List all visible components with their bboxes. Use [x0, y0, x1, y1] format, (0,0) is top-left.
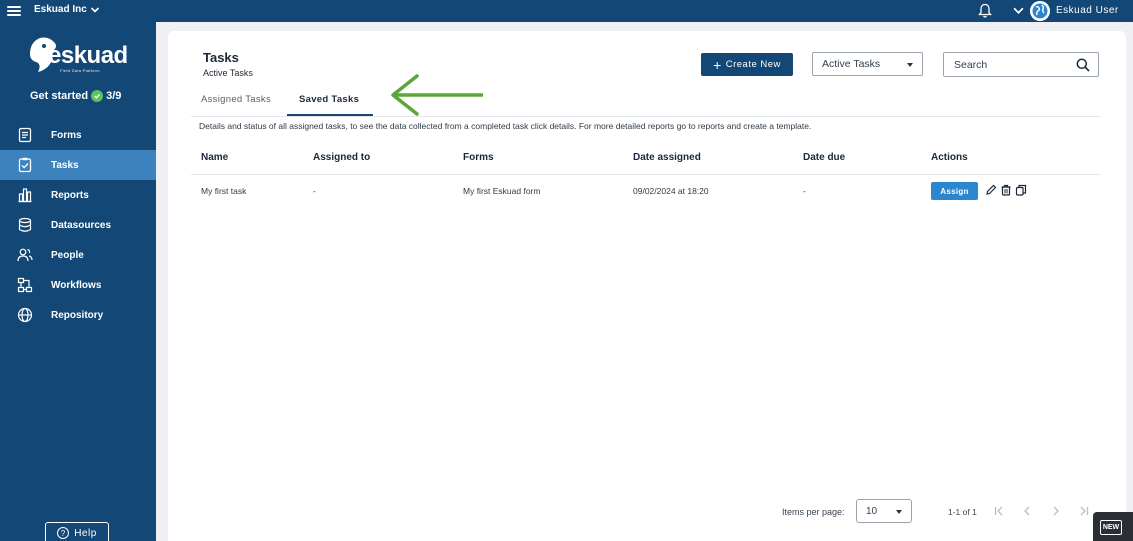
- sidebar-nav: Forms Tasks Reports Datasources People W…: [0, 120, 156, 330]
- search-input[interactable]: Search: [943, 52, 1099, 77]
- tab-saved-tasks[interactable]: Saved Tasks: [299, 94, 359, 105]
- check-circle-icon: [91, 90, 104, 102]
- sidebar-item-tasks[interactable]: Tasks: [0, 150, 156, 180]
- chart-icon: [18, 188, 32, 203]
- items-per-page-value: 10: [866, 505, 878, 517]
- task-date-assigned: 09/02/2024 at 18:20: [633, 186, 709, 196]
- sidebar-item-people[interactable]: People: [0, 240, 156, 270]
- items-per-page-select[interactable]: 10: [856, 499, 912, 523]
- user-avatar[interactable]: [1030, 1, 1050, 21]
- trash-icon[interactable]: [1000, 184, 1012, 196]
- tabs-divider: [191, 116, 1101, 117]
- caret-down-icon: [907, 63, 913, 67]
- next-page-icon[interactable]: [1051, 505, 1061, 517]
- tasks-panel: Tasks Active Tasks + Create New Active T…: [168, 31, 1126, 541]
- user-name[interactable]: Eskuad User: [1056, 5, 1119, 16]
- sidebar: eskuad Field Data Platform Get started 3…: [0, 22, 156, 541]
- copy-icon[interactable]: [1015, 184, 1027, 196]
- form-icon: [18, 127, 32, 143]
- question-icon: ?: [57, 527, 70, 539]
- page-title: Tasks: [203, 50, 239, 65]
- whats-new-badge[interactable]: NEW: [1093, 512, 1133, 541]
- sidebar-item-label: People: [51, 249, 84, 261]
- menu-icon[interactable]: [7, 4, 21, 18]
- sidebar-item-reports[interactable]: Reports: [0, 180, 156, 210]
- logo-tagline: Field Data Platform: [60, 68, 100, 73]
- task-name[interactable]: My first task: [201, 186, 246, 196]
- sidebar-item-label: Workflows: [51, 279, 102, 291]
- sidebar-item-label: Reports: [51, 189, 89, 201]
- sidebar-item-forms[interactable]: Forms: [0, 120, 156, 150]
- arrow-left-icon: [391, 74, 483, 116]
- active-tab-indicator: [287, 114, 373, 116]
- sidebar-item-workflows[interactable]: Workflows: [0, 270, 156, 300]
- sidebar-item-datasources[interactable]: Datasources: [0, 210, 156, 240]
- task-form: My first Eskuad form: [463, 186, 541, 196]
- create-new-label: Create New: [725, 59, 781, 70]
- get-started[interactable]: Get started 3/9: [30, 90, 121, 102]
- get-started-progress: 3/9: [106, 90, 122, 102]
- items-per-page-label: Items per page:: [782, 507, 845, 517]
- help-label: Help: [74, 527, 97, 539]
- workflow-icon: [17, 277, 33, 293]
- search-placeholder: Search: [954, 58, 988, 71]
- new-badge-label: NEW: [1100, 520, 1122, 535]
- task-assigned-to: -: [313, 186, 316, 196]
- task-filter-select[interactable]: Active Tasks: [812, 52, 923, 76]
- help-button[interactable]: ? Help: [45, 522, 109, 541]
- chevron-down-icon[interactable]: [1013, 5, 1024, 16]
- sidebar-item-repository[interactable]: Repository: [0, 300, 156, 330]
- globe-icon: [17, 307, 33, 323]
- people-icon: [17, 248, 33, 262]
- task-filter-value: Active Tasks: [822, 58, 881, 70]
- last-page-icon[interactable]: [1079, 505, 1089, 517]
- table-row: My first task - My first Eskuad form 09/…: [191, 176, 1101, 208]
- page-subtitle: Active Tasks: [203, 68, 253, 78]
- top-bar: Eskuad Inc Eskuad User: [0, 0, 1133, 22]
- bell-icon[interactable]: [978, 3, 992, 19]
- org-switcher[interactable]: Eskuad Inc: [34, 4, 100, 15]
- column-header-forms[interactable]: Forms: [463, 152, 494, 163]
- sidebar-item-label: Datasources: [51, 219, 112, 231]
- pencil-icon[interactable]: [985, 184, 997, 196]
- database-icon: [18, 217, 32, 232]
- chevron-down-icon: [90, 6, 99, 13]
- assign-button[interactable]: Assign: [931, 182, 978, 200]
- search-icon[interactable]: [1076, 58, 1090, 72]
- create-new-button[interactable]: + Create New: [701, 53, 793, 76]
- org-name: Eskuad Inc: [34, 4, 87, 15]
- column-header-name[interactable]: Name: [201, 152, 228, 163]
- task-date-due: -: [803, 186, 806, 196]
- sidebar-item-label: Tasks: [51, 159, 79, 171]
- sidebar-item-label: Forms: [51, 129, 82, 141]
- column-header-date-assigned[interactable]: Date assigned: [633, 152, 701, 163]
- column-header-actions: Actions: [931, 152, 968, 163]
- first-page-icon[interactable]: [994, 505, 1004, 517]
- task-check-icon: [18, 157, 32, 173]
- caret-down-icon: [896, 510, 902, 514]
- tasks-description: Details and status of all assigned tasks…: [199, 121, 812, 131]
- get-started-label: Get started: [30, 90, 89, 102]
- column-header-assigned-to[interactable]: Assigned to: [313, 152, 370, 163]
- table-header: Name Assigned to Forms Date assigned Dat…: [191, 147, 1101, 175]
- logo-text: eskuad: [48, 42, 128, 69]
- pagination-range: 1-1 of 1: [948, 507, 977, 517]
- previous-page-icon[interactable]: [1022, 505, 1032, 517]
- sidebar-item-label: Repository: [51, 309, 104, 321]
- tab-assigned-tasks[interactable]: Assigned Tasks: [201, 94, 271, 105]
- plus-icon: +: [713, 56, 722, 73]
- column-header-date-due[interactable]: Date due: [803, 152, 845, 163]
